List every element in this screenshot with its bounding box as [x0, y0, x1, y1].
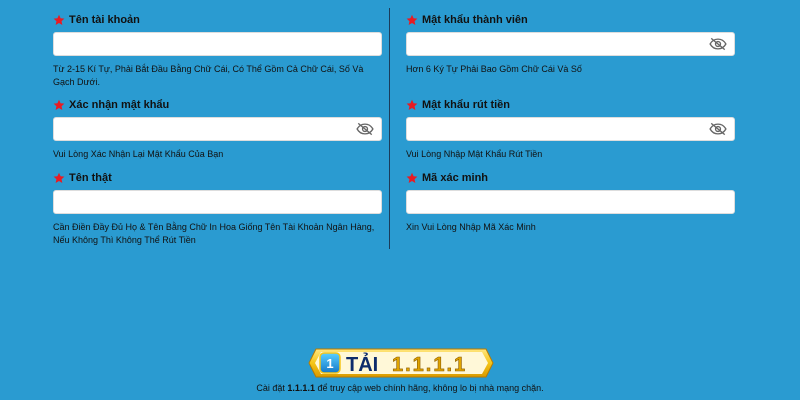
- real-name-input-box[interactable]: [53, 190, 382, 214]
- download-1111-banner[interactable]: 1 TẢI 1.1.1.1: [308, 348, 494, 378]
- confirm-password-hint: Vui Lòng Xác Nhận Lại Mật Khẩu Của Bạn: [53, 149, 224, 159]
- member-password-field: Mật khẩu thành viên Hơn 6 Ký Tự Phải Bao…: [406, 12, 736, 76]
- username-input-box[interactable]: [53, 32, 382, 56]
- withdraw-password-label: Mật khẩu rút tiền: [422, 99, 511, 111]
- cloudflare-1111-logo-icon: 1: [319, 352, 341, 374]
- eye-slash-icon[interactable]: [709, 37, 727, 51]
- verify-code-hint: Xin Vui Lòng Nhập Mã Xác Minh: [406, 222, 536, 232]
- member-password-input-box[interactable]: [406, 32, 735, 56]
- verify-code-input-box[interactable]: [406, 190, 735, 214]
- real-name-hint: Cần Điền Đầy Đủ Họ & Tên Bằng Chữ In Hoa…: [53, 222, 375, 245]
- verify-code-input[interactable]: [407, 191, 734, 213]
- footer-after: để truy cập web chính hãng, không lo bị …: [314, 383, 544, 393]
- withdraw-password-field: Mật khẩu rút tiền Vui Lòng Nhập Mật Khẩu…: [406, 97, 736, 161]
- column-divider: [389, 8, 390, 249]
- footer-before: Cài đặt: [256, 383, 288, 393]
- verify-code-field: Mã xác minh Xin Vui Lòng Nhập Mã Xác Min…: [406, 170, 736, 234]
- real-name-field: Tên thật Cần Điền Đầy Đủ Họ & Tên Bằng C…: [53, 170, 383, 247]
- username-hint: Từ 2-15 Kí Tự, Phải Bắt Đầu Bằng Chữ Cái…: [53, 64, 364, 87]
- verify-code-label: Mã xác minh: [422, 172, 489, 184]
- confirm-password-field: Xác nhận mật khẩu Vui Lòng Xác Nhận Lại …: [53, 97, 383, 161]
- required-star-icon: [406, 14, 418, 26]
- member-password-label: Mật khẩu thành viên: [422, 14, 528, 26]
- eye-slash-icon[interactable]: [356, 122, 374, 136]
- badge-number: 1: [326, 356, 333, 371]
- username-label: Tên tài khoản: [69, 14, 140, 26]
- username-input[interactable]: [54, 33, 381, 55]
- required-star-icon: [53, 172, 65, 184]
- required-star-icon: [406, 172, 418, 184]
- withdraw-password-hint: Vui Lòng Nhập Mật Khẩu Rút Tiền: [406, 149, 543, 159]
- confirm-password-input-box[interactable]: [53, 117, 382, 141]
- required-star-icon: [53, 99, 65, 111]
- real-name-label: Tên thật: [69, 172, 112, 184]
- confirm-password-label: Xác nhận mật khẩu: [69, 99, 170, 111]
- withdraw-password-input[interactable]: [407, 118, 734, 140]
- required-star-icon: [53, 14, 65, 26]
- eye-slash-icon[interactable]: [709, 122, 727, 136]
- real-name-input[interactable]: [54, 191, 381, 213]
- banner-prefix: TẢI: [346, 353, 378, 376]
- footer-bold: 1.1.1.1: [287, 383, 315, 393]
- footer-note: Cài đặt 1.1.1.1 để truy cập web chính hã…: [0, 383, 800, 393]
- username-field: Tên tài khoản Từ 2-15 Kí Tự, Phải Bắt Đầ…: [53, 12, 383, 89]
- withdraw-password-input-box[interactable]: [406, 117, 735, 141]
- confirm-password-input[interactable]: [54, 118, 381, 140]
- banner-number: 1.1.1.1: [392, 354, 467, 376]
- member-password-hint: Hơn 6 Ký Tự Phải Bao Gồm Chữ Cái Và Số: [406, 64, 582, 74]
- member-password-input[interactable]: [407, 33, 734, 55]
- required-star-icon: [406, 99, 418, 111]
